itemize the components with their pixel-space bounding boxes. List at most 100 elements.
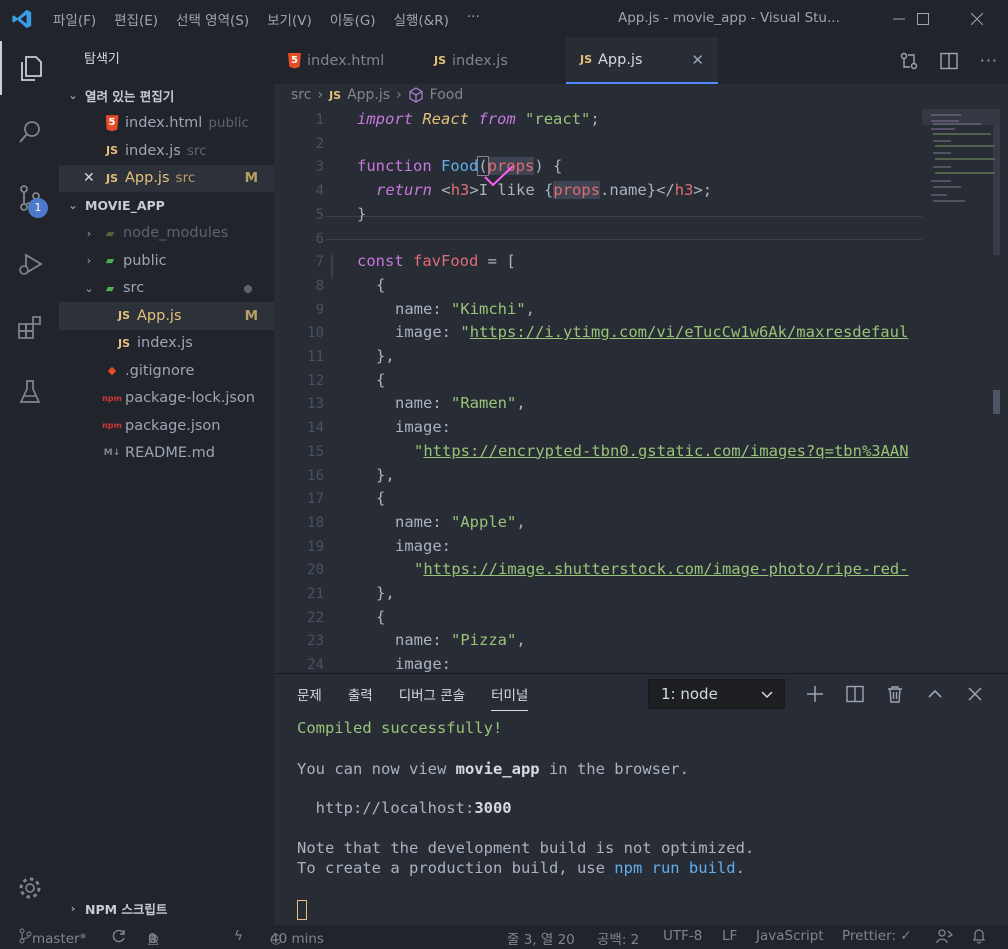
minimap-slider[interactable] xyxy=(922,109,1000,125)
language-mode[interactable]: JavaScript xyxy=(756,928,824,944)
close-panel-icon[interactable] xyxy=(966,685,988,703)
encoding[interactable]: UTF-8 xyxy=(663,928,702,944)
scroll-marker xyxy=(993,390,1000,414)
testing-flask-icon[interactable] xyxy=(0,365,59,419)
terminal-url: http://localhost: xyxy=(297,799,475,817)
more-actions-icon[interactable]: ··· xyxy=(980,51,998,70)
open-editor-desc: public xyxy=(208,115,249,132)
code-token: name xyxy=(395,299,433,318)
split-terminal-icon[interactable] xyxy=(846,685,868,703)
line-number: 2 xyxy=(315,135,324,152)
vscode-logo-icon xyxy=(0,0,44,37)
git-file-icon: ◆ xyxy=(107,364,117,378)
indentation[interactable]: 공백: 2 xyxy=(597,928,639,948)
code-editor[interactable]: 1 2 3 4 5 6 7 8 9 10 11 12 13 14 15 16 17 18 19 20 21 22 23 24 i… xyxy=(274,109,1008,673)
tree-file[interactable]: M↓ README.md xyxy=(59,440,274,468)
search-icon[interactable] xyxy=(0,105,59,159)
tab-terminal[interactable]: 터미널 xyxy=(491,684,529,711)
line-number: 12 xyxy=(307,372,324,389)
breadcrumb: src › JS App.js › Food xyxy=(274,84,1008,106)
tree-file[interactable]: npm package-lock.json xyxy=(59,385,274,413)
code-token: " xyxy=(414,441,424,460)
close-tab-icon[interactable]: ✕ xyxy=(691,51,704,69)
terminal-select[interactable]: 1: node xyxy=(648,679,785,709)
public-folder-icon: ▰ xyxy=(105,254,115,268)
split-editor-icon[interactable] xyxy=(940,52,958,70)
minimap[interactable] xyxy=(921,109,1001,673)
code-token: </ xyxy=(656,181,675,200)
open-editor-desc: src xyxy=(186,142,207,159)
open-editor-item[interactable]: 5 index.html public xyxy=(59,110,274,138)
code-token: = xyxy=(478,252,507,271)
code-line: "https://encrypted-tbn0.gstatic.com/imag… xyxy=(414,442,909,460)
feedback-icon[interactable] xyxy=(935,928,953,945)
trash-icon[interactable] xyxy=(886,685,908,703)
maximize-panel-icon[interactable] xyxy=(926,685,948,703)
tree-file[interactable]: JS index.js xyxy=(59,330,274,358)
modified-badge: M xyxy=(244,307,258,324)
menu-selection[interactable]: 선택 영역(S) xyxy=(167,9,258,29)
end-of-line[interactable]: LF xyxy=(722,928,737,944)
source-control-icon[interactable]: 1 xyxy=(0,171,59,225)
menu-more[interactable]: ··· xyxy=(458,9,489,29)
open-editors-section[interactable]: ⌄ 열려 있는 편집기 xyxy=(59,82,274,110)
tab-debug-console[interactable]: 디버그 콘솔 xyxy=(399,684,465,704)
maximize-button[interactable] xyxy=(900,0,946,37)
breadcrumb-symbol[interactable]: Food xyxy=(430,87,464,103)
tab-index-js[interactable]: JS index.js xyxy=(420,37,566,84)
tree-file[interactable]: ◆ .gitignore xyxy=(59,357,274,385)
code-token: h3 xyxy=(674,181,694,200)
line-number: 1 xyxy=(315,112,324,128)
chevron-down-icon xyxy=(760,684,774,704)
lightning-icon[interactable]: ϟ xyxy=(234,928,243,944)
npm-scripts-section[interactable]: › NPM 스크립트 xyxy=(59,895,274,923)
open-editor-item[interactable]: JS index.js src xyxy=(59,137,274,165)
tab-index-html[interactable]: 5 index.html xyxy=(274,37,420,84)
new-terminal-icon[interactable] xyxy=(806,685,828,703)
branch-item[interactable]: master* xyxy=(18,928,86,947)
close-editor-icon[interactable]: ✕ xyxy=(83,170,99,186)
tree-folder[interactable]: › ▰ node_modules xyxy=(59,220,274,248)
notifications-bell-icon[interactable] xyxy=(971,928,987,945)
tab-output[interactable]: 출력 xyxy=(348,684,373,704)
explorer-icon[interactable] xyxy=(0,41,59,95)
run-debug-icon[interactable] xyxy=(0,237,59,291)
menu-edit[interactable]: 편집(E) xyxy=(105,9,167,29)
menu-file[interactable]: 파일(F) xyxy=(44,9,105,29)
terminal-select-value: 1: node xyxy=(661,685,718,703)
tree-item-name: .gitignore xyxy=(125,362,195,379)
code-line: name: "Pizza", xyxy=(395,631,526,649)
menu-run[interactable]: 실행(&R) xyxy=(385,9,458,29)
code-token: "Pizza" xyxy=(451,631,517,650)
breadcrumb-file[interactable]: App.js xyxy=(347,87,390,103)
vertical-scrollbar[interactable] xyxy=(993,125,1000,255)
tab-problems[interactable]: 문제 xyxy=(297,684,322,704)
close-window-button[interactable] xyxy=(954,0,1000,37)
tree-file[interactable]: npm package.json xyxy=(59,412,274,440)
tree-file-active[interactable]: JS App.js M xyxy=(59,302,274,330)
open-editor-name: index.js xyxy=(125,142,181,159)
sync-icon[interactable] xyxy=(111,928,127,945)
cursor-position[interactable]: 줄 3, 열 20 xyxy=(507,928,575,948)
tab-app-js[interactable]: JS App.js ✕ xyxy=(566,37,718,84)
line-number: 17 xyxy=(307,491,324,508)
tree-folder[interactable]: › ▰ public xyxy=(59,247,274,275)
menu-view[interactable]: 보기(V) xyxy=(258,9,321,29)
js-file-icon: JS xyxy=(434,54,447,67)
settings-gear-icon[interactable] xyxy=(0,861,59,915)
extensions-icon[interactable] xyxy=(0,301,59,355)
prettier-status[interactable]: Prettier: ✓ xyxy=(842,928,912,944)
terminal-command: npm run build xyxy=(614,859,736,877)
tree-folder[interactable]: ⌄ ▰ src xyxy=(59,275,274,303)
code-token: }, xyxy=(376,465,395,484)
project-section[interactable]: ⌄ MOVIE_APP xyxy=(59,192,274,220)
open-editor-name: App.js xyxy=(125,170,170,187)
terminal-cursor[interactable] xyxy=(297,900,307,920)
open-editor-desc: src xyxy=(175,170,196,187)
open-editor-item-active[interactable]: ✕ JS App.js src M xyxy=(59,164,274,192)
compare-changes-icon[interactable] xyxy=(900,52,918,70)
menu-go[interactable]: 이동(G) xyxy=(321,9,385,29)
breadcrumb-folder[interactable]: src xyxy=(291,87,311,103)
